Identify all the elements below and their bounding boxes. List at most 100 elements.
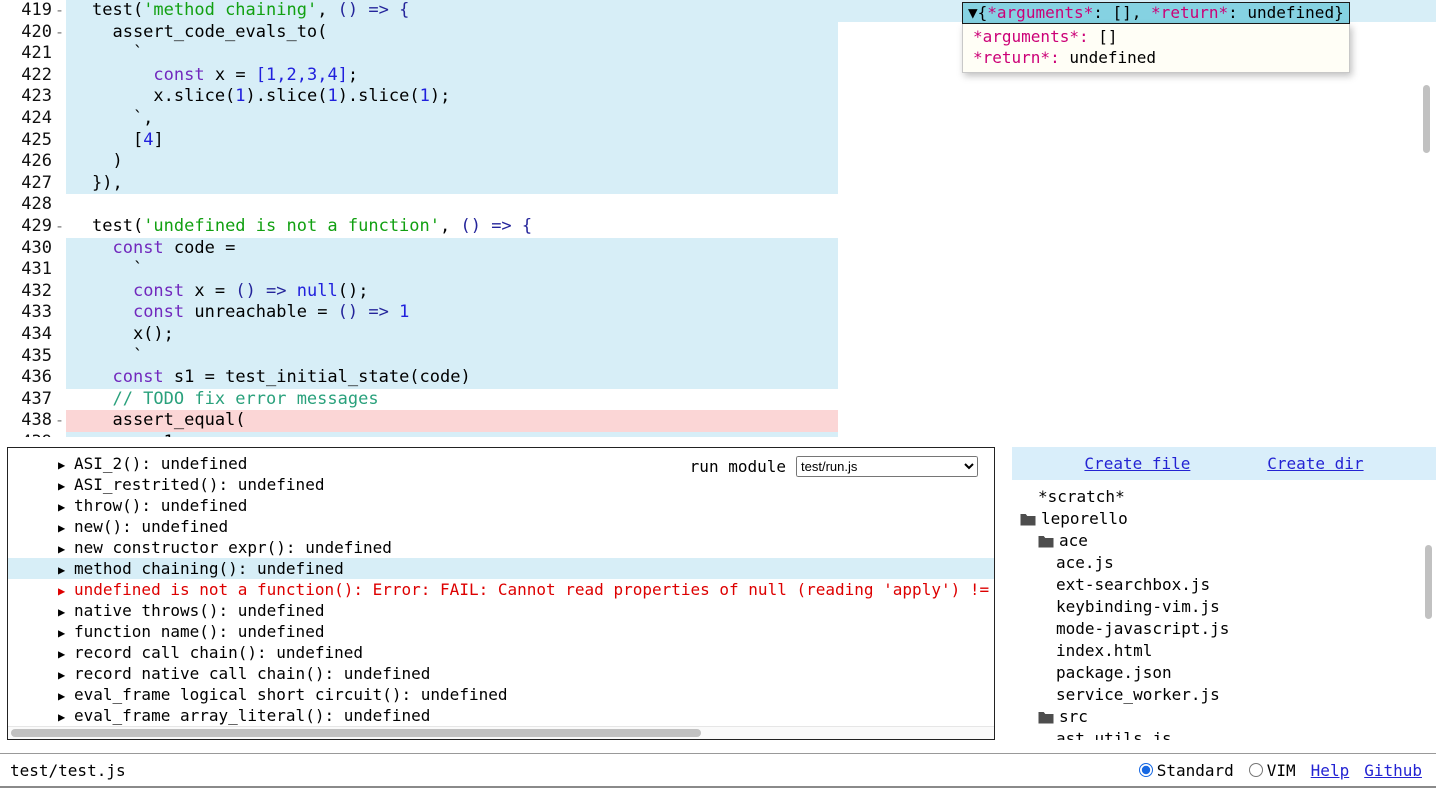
expand-triangle-icon[interactable]: ▶ — [58, 455, 74, 476]
expand-triangle-icon[interactable]: ▶ — [58, 602, 74, 623]
test-result-row[interactable]: ▶method chaining(): undefined — [8, 558, 994, 579]
create-dir-link[interactable]: Create dir — [1267, 454, 1363, 473]
expand-triangle-icon[interactable]: ▶ — [58, 497, 74, 518]
fold-marker[interactable]: - — [55, 0, 67, 22]
code-line[interactable]: 437 // TODO fix error messages — [0, 389, 1436, 411]
tree-item-file[interactable]: package.json — [1012, 662, 1436, 684]
test-result-row[interactable]: ▶ASI_restrited(): undefined — [8, 474, 994, 495]
fold-marker[interactable]: - — [55, 22, 67, 44]
tree-item-dir[interactable]: leporello — [1012, 508, 1436, 530]
code-token: ); — [430, 86, 450, 106]
test-result-row[interactable]: ▶native throws(): undefined — [8, 600, 994, 621]
code-line[interactable]: 432 const x = () => null(); — [0, 281, 1436, 303]
tree-item-file[interactable]: index.html — [1012, 640, 1436, 662]
code-token: [ — [92, 130, 143, 150]
help-link[interactable]: Help — [1311, 761, 1350, 780]
code-token: const — [133, 302, 184, 322]
code-text: const code = — [92, 238, 235, 260]
test-result-row[interactable]: ▶function name(): undefined — [8, 621, 994, 642]
keybinding-standard-option[interactable]: Standard — [1139, 761, 1234, 780]
code-text: const unreachable = () => 1 — [92, 302, 409, 324]
code-line[interactable]: 431 ` — [0, 259, 1436, 281]
code-line[interactable]: 424 `, — [0, 108, 1436, 130]
code-text: ` — [92, 346, 143, 368]
test-result-row[interactable]: ▶new(): undefined — [8, 516, 994, 537]
expand-triangle-icon[interactable]: ▶ — [58, 623, 74, 644]
eval-result-tooltip[interactable]: ▼{*arguments*: [], *return*: undefined} … — [962, 2, 1350, 73]
editor-vertical-scrollbar[interactable] — [1423, 85, 1430, 153]
tree-item-file[interactable]: ast_utils.js — [1012, 728, 1436, 740]
tree-item-label: src — [1059, 706, 1088, 728]
expand-triangle-icon[interactable]: ▶ — [58, 644, 74, 665]
fold-marker[interactable]: - — [55, 216, 67, 238]
test-result-row[interactable]: ▶eval_frame array_literal(): undefined — [8, 705, 994, 726]
tree-item-file[interactable]: ace.js — [1012, 552, 1436, 574]
test-result-row[interactable]: ▶record native call chain(): undefined — [8, 663, 994, 684]
code-token: () => — [338, 302, 389, 322]
code-token: 'undefined is not a function' — [143, 216, 440, 236]
code-line[interactable]: 433 const unreachable = () => 1 — [0, 302, 1436, 324]
expand-triangle-icon[interactable]: ▶ — [58, 707, 74, 728]
code-line[interactable]: 429-test('undefined is not a function', … — [0, 216, 1436, 238]
code-line[interactable]: 425 [4] — [0, 130, 1436, 152]
expand-triangle-icon[interactable]: ▶ — [58, 539, 74, 560]
code-editor[interactable]: 419-test('method chaining', () => {420- … — [0, 0, 1436, 437]
code-token: assert_code_evals_to( — [92, 22, 327, 42]
expand-triangle-icon[interactable]: ▶ — [58, 476, 74, 497]
expand-triangle-icon[interactable]: ▶ — [58, 560, 74, 581]
github-link[interactable]: Github — [1364, 761, 1422, 780]
file-tree-scrollbar[interactable] — [1425, 545, 1432, 619]
code-text: ` — [92, 259, 143, 281]
tree-item-file[interactable]: ext-searchbox.js — [1012, 574, 1436, 596]
keybinding-vim-option[interactable]: VIM — [1249, 761, 1296, 780]
horizontal-scrollbar-thumb[interactable] — [11, 729, 701, 737]
run-module-select[interactable]: test/run.js — [796, 456, 978, 477]
test-result-row[interactable]: ▶undefined is not a function(): Error: F… — [8, 579, 994, 600]
test-result-row[interactable]: ▶throw(): undefined — [8, 495, 994, 516]
expand-triangle-icon[interactable]: ▶ — [58, 581, 74, 602]
tooltip-header[interactable]: ▼{*arguments*: [], *return*: undefined} — [962, 2, 1350, 24]
test-results-panel: run module test/run.js ▶ASI_2(): undefin… — [7, 447, 995, 740]
code-line[interactable]: 436 const s1 = test_initial_state(code) — [0, 367, 1436, 389]
code-token: ) — [92, 151, 123, 171]
fold-marker[interactable]: - — [55, 410, 67, 432]
test-result-label: throw(): undefined — [74, 496, 247, 515]
tree-item-file[interactable]: *scratch* — [1012, 486, 1436, 508]
code-line[interactable]: 428 — [0, 194, 1436, 216]
create-file-link[interactable]: Create file — [1084, 454, 1190, 473]
code-line[interactable]: 438- assert_equal( — [0, 410, 1436, 432]
code-token: { — [978, 3, 988, 22]
expand-triangle-icon[interactable]: ▶ — [58, 686, 74, 707]
line-number: 432 — [8, 281, 52, 303]
code-line[interactable]: 434 x(); — [0, 324, 1436, 346]
tree-item-dir[interactable]: src — [1012, 706, 1436, 728]
code-line[interactable]: 439 s1, — [0, 432, 1436, 437]
eval-line-highlight — [66, 259, 838, 281]
keybinding-standard-radio[interactable] — [1139, 763, 1153, 777]
expand-triangle-icon[interactable]: ▶ — [58, 518, 74, 539]
code-line[interactable]: 435 ` — [0, 346, 1436, 368]
expand-triangle-icon[interactable]: ▶ — [58, 665, 74, 686]
tree-item-file[interactable]: keybinding-vim.js — [1012, 596, 1436, 618]
code-line[interactable]: 430 const code = — [0, 238, 1436, 260]
test-result-row[interactable]: ▶eval_frame logical short circuit(): und… — [8, 684, 994, 705]
code-token — [287, 281, 297, 301]
code-line[interactable]: 427}), — [0, 173, 1436, 195]
keybinding-vim-radio[interactable] — [1249, 763, 1263, 777]
code-line[interactable]: 423 x.slice(1).slice(1).slice(1); — [0, 86, 1436, 108]
tree-item-file[interactable]: service_worker.js — [1012, 684, 1436, 706]
tree-item-file[interactable]: mode-javascript.js — [1012, 618, 1436, 640]
code-text: // TODO fix error messages — [92, 389, 379, 411]
code-token: : [], — [1093, 3, 1151, 22]
test-result-label: undefined is not a function(): Error: FA… — [74, 580, 989, 599]
code-text: }), — [92, 173, 123, 195]
test-result-row[interactable]: ▶new constructor expr(): undefined — [8, 537, 994, 558]
code-line[interactable]: 426 ) — [0, 151, 1436, 173]
test-result-row[interactable]: ▶record call chain(): undefined — [8, 642, 994, 663]
line-number: 439 — [8, 432, 52, 437]
code-token: null — [297, 281, 338, 301]
collapse-triangle-icon[interactable]: ▼ — [968, 3, 978, 22]
tree-item-dir[interactable]: ace — [1012, 530, 1436, 552]
file-actions-header: Create file Create dir — [1012, 447, 1436, 480]
horizontal-scrollbar[interactable] — [8, 726, 994, 739]
